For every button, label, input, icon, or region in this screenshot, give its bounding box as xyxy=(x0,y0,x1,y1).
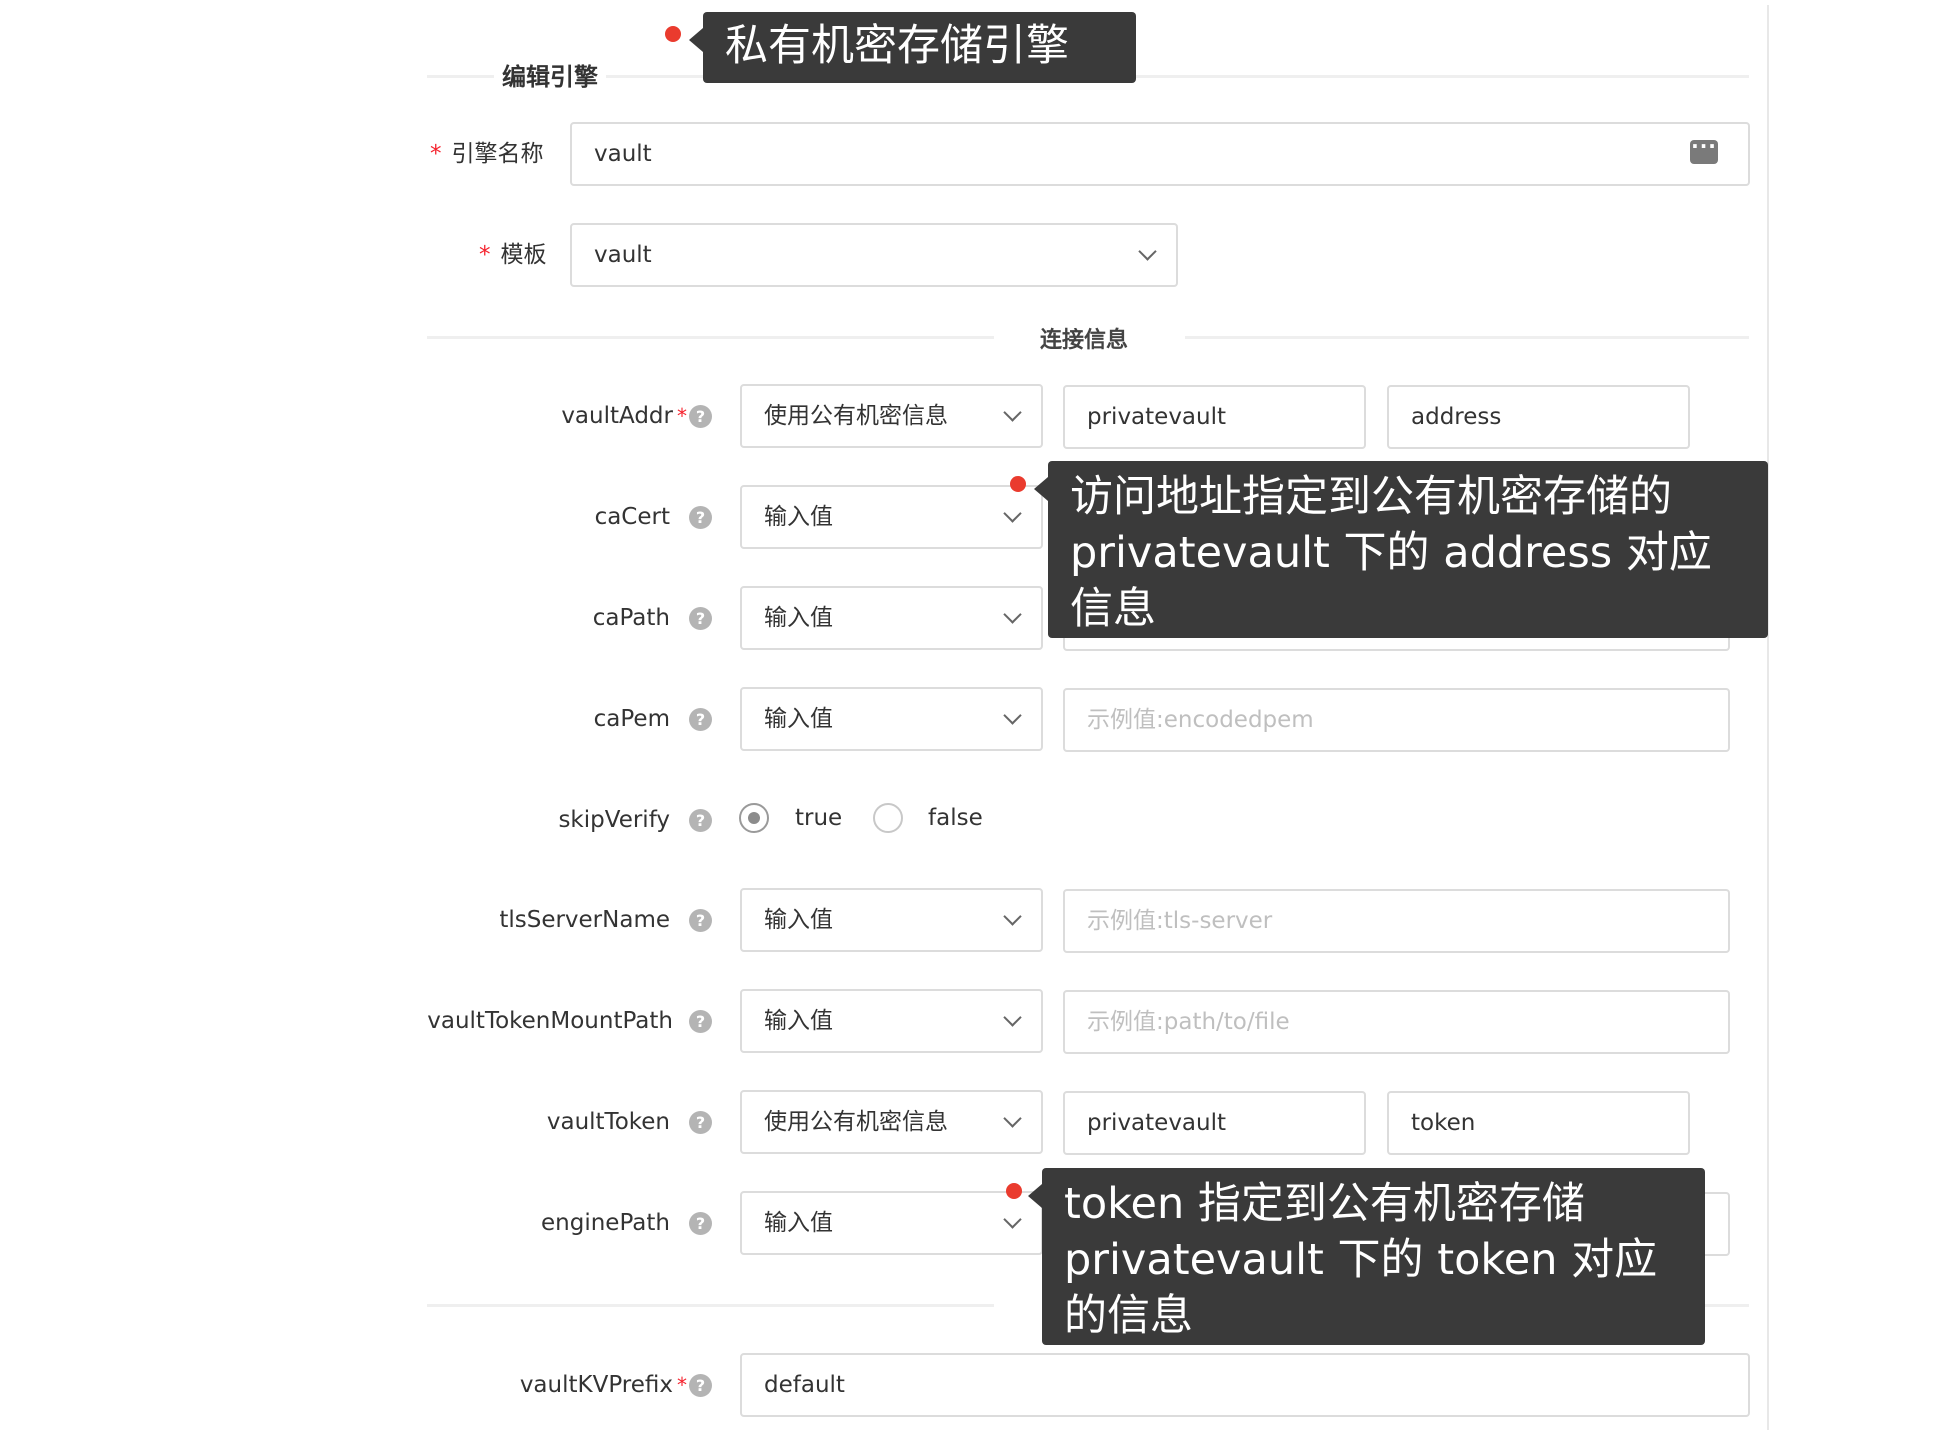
chevron-down-icon xyxy=(1003,1210,1022,1229)
engine-name-label: * 引擎名称 xyxy=(430,141,544,167)
capem-label: caPem xyxy=(593,706,670,732)
tlsservername-mode-select[interactable]: 输入值 xyxy=(740,888,1043,952)
skipverify-label: skipVerify xyxy=(558,807,670,833)
question-circle-icon[interactable]: ? xyxy=(689,506,712,529)
tlsservername-label: tlsServerName xyxy=(499,907,670,933)
template-label: * 模板 xyxy=(479,242,547,268)
cacert-label: caCert xyxy=(594,504,670,530)
annotation-engine: 私有机密存储引擎 xyxy=(689,12,1136,83)
chevron-down-icon xyxy=(1003,403,1022,422)
vaulttoken-key-input[interactable]: token xyxy=(1387,1091,1690,1155)
section-divider xyxy=(427,336,994,339)
question-circle-icon[interactable]: ? xyxy=(689,1010,712,1033)
section-divider xyxy=(1185,336,1749,339)
question-circle-icon[interactable]: ? xyxy=(689,607,712,630)
skipverify-true-label[interactable]: true xyxy=(795,803,842,833)
vertical-divider xyxy=(1767,5,1769,1430)
tlsservername-value-input[interactable]: 示例值:tls-server xyxy=(1063,889,1730,953)
annotation-token: token 指定到公有机密存储 privatevault 下的 token 对应… xyxy=(1028,1168,1705,1345)
annotation-marker xyxy=(1006,1183,1022,1199)
section-divider xyxy=(427,1304,994,1307)
vaultkvprefix-input[interactable]: default xyxy=(740,1353,1750,1417)
question-circle-icon[interactable]: ? xyxy=(689,1374,712,1397)
vaulttoken-label: vaultToken xyxy=(546,1109,670,1135)
vaulttokenmountpath-mode-select[interactable]: 输入值 xyxy=(740,989,1043,1053)
skipverify-false-radio[interactable] xyxy=(873,803,903,833)
vaultaddr-mode-select[interactable]: 使用公有机密信息 xyxy=(740,384,1043,448)
question-circle-icon[interactable]: ? xyxy=(689,809,712,832)
vaultaddr-label: vaultAddr * xyxy=(561,403,687,429)
cacert-mode-select[interactable]: 输入值 xyxy=(740,485,1043,549)
vaultaddr-key-input[interactable]: address xyxy=(1387,385,1690,449)
question-circle-icon[interactable]: ? xyxy=(689,708,712,731)
template-select[interactable]: vault xyxy=(570,223,1178,287)
capem-value-input[interactable]: 示例值:encodedpem xyxy=(1063,688,1730,752)
question-circle-icon[interactable]: ? xyxy=(689,1212,712,1235)
vaultkvprefix-label: vaultKVPrefix * xyxy=(519,1372,687,1398)
vaulttoken-store-input[interactable]: privatevault xyxy=(1063,1091,1366,1155)
engine-name-input[interactable]: vault xyxy=(570,122,1750,186)
chevron-down-icon xyxy=(1003,1008,1022,1027)
annotation-marker xyxy=(1010,476,1026,492)
annotation-addr: 访问地址指定到公有机密存储的 privatevault 下的 address 对… xyxy=(1034,461,1768,638)
chevron-down-icon xyxy=(1003,504,1022,523)
vaultaddr-store-input[interactable]: privatevault xyxy=(1063,385,1366,449)
capem-mode-select[interactable]: 输入值 xyxy=(740,687,1043,751)
chevron-down-icon xyxy=(1003,605,1022,624)
question-circle-icon[interactable]: ? xyxy=(689,405,712,428)
section-title-connection: 连接信息 xyxy=(1032,322,1137,354)
chevron-down-icon xyxy=(1003,907,1022,926)
enginepath-label: enginePath xyxy=(541,1210,670,1236)
annotation-marker xyxy=(665,26,681,42)
capath-label: caPath xyxy=(592,605,670,631)
chevron-down-icon xyxy=(1138,242,1157,261)
ellipsis-icon[interactable] xyxy=(1690,134,1718,164)
skipverify-true-radio[interactable] xyxy=(739,803,769,833)
question-circle-icon[interactable]: ? xyxy=(689,1111,712,1134)
chevron-down-icon xyxy=(1003,1109,1022,1128)
skipverify-false-label[interactable]: false xyxy=(928,803,983,833)
chevron-down-icon xyxy=(1003,706,1022,725)
question-circle-icon[interactable]: ? xyxy=(689,909,712,932)
section-title-edit-engine: 编辑引擎 xyxy=(494,57,606,92)
capath-mode-select[interactable]: 输入值 xyxy=(740,586,1043,650)
vaulttokenmountpath-value-input[interactable]: 示例值:path/to/file xyxy=(1063,990,1730,1054)
enginepath-mode-select[interactable]: 输入值 xyxy=(740,1191,1043,1255)
vaulttokenmountpath-label: vaultTokenMountPath xyxy=(427,1008,673,1034)
vaulttoken-mode-select[interactable]: 使用公有机密信息 xyxy=(740,1090,1043,1154)
